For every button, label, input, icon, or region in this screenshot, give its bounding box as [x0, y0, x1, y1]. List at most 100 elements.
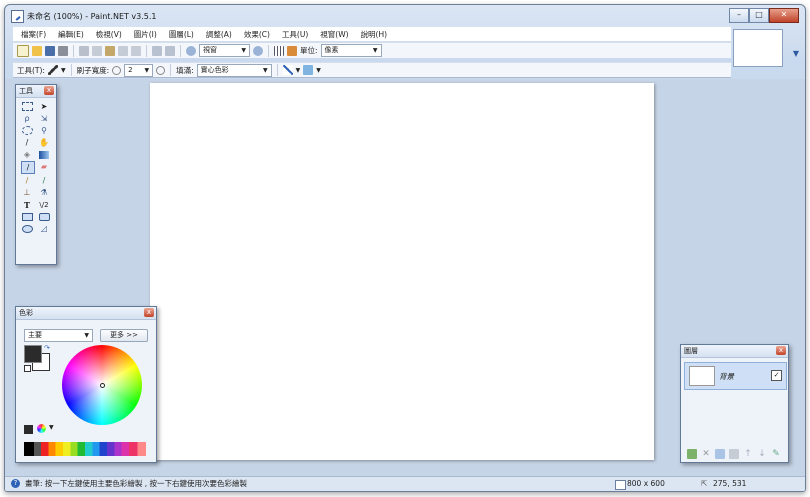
- chevron-down-icon: ▼: [144, 66, 150, 74]
- paintbrush-icon[interactable]: [47, 65, 58, 75]
- maximize-button[interactable]: □: [749, 8, 769, 23]
- layers-panel-close-icon[interactable]: x: [776, 346, 786, 355]
- redo-icon[interactable]: [165, 45, 175, 56]
- blend-mode-icon[interactable]: [303, 65, 314, 75]
- deselect-icon[interactable]: [131, 45, 141, 56]
- color-wheel-cursor: [100, 383, 105, 388]
- colors-panel-close-icon[interactable]: x: [144, 308, 154, 317]
- brush-width-dropdown[interactable]: 2 ▼: [124, 63, 154, 77]
- paste-icon[interactable]: [105, 45, 115, 56]
- close-button[interactable]: ✕: [769, 8, 799, 23]
- pencil-icon[interactable]: /: [21, 175, 33, 186]
- menu-layers[interactable]: 圖層(L): [169, 29, 194, 40]
- color-mode-dropdown[interactable]: 主要 ▼: [24, 329, 93, 342]
- color-wheel[interactable]: [62, 345, 142, 425]
- chevron-down-icon[interactable]: ▼: [316, 67, 321, 74]
- magic-wand-icon[interactable]: /: [21, 137, 33, 148]
- toolbar-separator: [170, 64, 172, 76]
- text-icon[interactable]: T: [21, 199, 33, 210]
- layer-buttons: ✕ ↑ ↓ ✎: [687, 449, 781, 459]
- help-icon: ?: [11, 479, 20, 488]
- menu-image[interactable]: 圖片(I): [134, 29, 157, 40]
- title-bar: 未命名 (100%) - Paint.NET v3.5.1 – □ ✕: [5, 5, 805, 27]
- ellipse-select-icon[interactable]: [21, 125, 33, 136]
- freeform-shape-icon[interactable]: ◿: [38, 223, 50, 234]
- menu-help[interactable]: 說明(H): [361, 29, 388, 40]
- menu-tools[interactable]: 工具(U): [282, 29, 308, 40]
- save-icon[interactable]: [45, 45, 55, 56]
- rectangle-icon[interactable]: [21, 211, 33, 222]
- chevron-down-icon[interactable]: ▼: [49, 424, 54, 431]
- increase-width-icon[interactable]: [156, 65, 166, 75]
- menu-effects[interactable]: 效果(C): [244, 29, 270, 40]
- chevron-down-icon[interactable]: ▼: [296, 67, 301, 74]
- add-to-palette-icon[interactable]: [24, 425, 33, 434]
- grid-icon[interactable]: [274, 45, 284, 56]
- zoom-dropdown[interactable]: 視窗 ▼: [199, 44, 250, 57]
- units-dropdown[interactable]: 像素 ▼: [320, 44, 382, 57]
- new-icon[interactable]: [17, 44, 29, 57]
- menu-edit[interactable]: 編輯(E): [58, 29, 84, 40]
- line-curve-icon[interactable]: \/2: [38, 199, 50, 210]
- clone-stamp-icon[interactable]: ⊥: [21, 187, 33, 198]
- menu-view[interactable]: 檢視(V): [96, 29, 122, 40]
- tools-panel-close-icon[interactable]: x: [44, 86, 54, 95]
- palette-menu-icon[interactable]: [37, 424, 46, 433]
- chevron-down-icon[interactable]: ▼: [61, 67, 66, 74]
- swap-colors-icon[interactable]: ↷: [44, 344, 50, 352]
- color-picker-icon[interactable]: /: [38, 175, 50, 186]
- more-colors-button[interactable]: 更多 >>: [100, 329, 148, 342]
- delete-layer-icon[interactable]: ✕: [701, 449, 711, 459]
- menu-adjustments[interactable]: 調整(A): [206, 29, 232, 40]
- decrease-width-icon[interactable]: [112, 65, 122, 75]
- antialiasing-icon[interactable]: [282, 65, 293, 75]
- move-layer-up-icon[interactable]: ↑: [743, 449, 753, 459]
- duplicate-layer-icon[interactable]: [715, 449, 725, 459]
- cursor-position-icon: ⇱: [701, 479, 708, 488]
- tools-panel-title: 工具: [19, 87, 33, 95]
- zoom-out-icon[interactable]: [186, 45, 196, 56]
- tools-grid: ➤ ρ ⇲ ⚲ / ✋ ◈ / ▰ / / ⊥ ⚗ T \/2 ◿: [16, 98, 56, 237]
- image-thumbnail[interactable]: [733, 29, 783, 67]
- rectangle-select-icon[interactable]: [21, 101, 33, 112]
- recolor-icon[interactable]: ⚗: [38, 187, 50, 198]
- menu-file[interactable]: 檔案(F): [21, 29, 46, 40]
- layer-row[interactable]: 背景 ✓: [684, 362, 787, 390]
- ellipse-icon[interactable]: [21, 223, 33, 234]
- gradient-icon[interactable]: [38, 149, 50, 160]
- move-layer-down-icon[interactable]: ↓: [757, 449, 767, 459]
- rounded-rectangle-icon[interactable]: [38, 211, 50, 222]
- eraser-icon[interactable]: ▰: [38, 161, 50, 172]
- status-hint: 畫筆: 按一下左鍵使用主要色彩繪製 , 按一下右鍵使用次要色彩繪製: [25, 479, 248, 488]
- add-layer-icon[interactable]: [687, 449, 697, 459]
- print-icon[interactable]: [58, 45, 68, 56]
- open-icon[interactable]: [32, 45, 42, 56]
- reset-colors-icon[interactable]: [24, 365, 31, 372]
- move-selection-outline-icon[interactable]: ⇲: [38, 113, 50, 124]
- zoom-icon[interactable]: ⚲: [38, 125, 50, 136]
- primary-color-swatch[interactable]: [24, 345, 42, 363]
- pan-icon[interactable]: ✋: [38, 137, 50, 148]
- paint-bucket-icon[interactable]: ◈: [21, 149, 33, 160]
- image-canvas[interactable]: [150, 83, 654, 460]
- undo-icon[interactable]: [152, 45, 162, 56]
- crop-icon[interactable]: [118, 45, 128, 56]
- tool-label: 工具(T):: [17, 65, 45, 75]
- minimize-button[interactable]: –: [729, 8, 749, 23]
- merge-layer-icon[interactable]: [729, 449, 739, 459]
- brush-width-value: 2: [128, 65, 133, 74]
- cut-icon[interactable]: [79, 45, 89, 56]
- layer-visibility-checkbox[interactable]: ✓: [771, 370, 782, 381]
- copy-icon[interactable]: [92, 45, 102, 56]
- paintbrush-icon[interactable]: /: [21, 161, 35, 174]
- layer-properties-icon[interactable]: ✎: [771, 449, 781, 459]
- thumbnail-scroll-icon[interactable]: ▼: [793, 49, 799, 58]
- fill-label: 填滿:: [176, 65, 194, 75]
- menu-window[interactable]: 視窗(W): [320, 29, 348, 40]
- zoom-in-icon[interactable]: [253, 45, 263, 56]
- color-palette[interactable]: [24, 442, 146, 456]
- fill-dropdown[interactable]: 實心色彩 ▼: [196, 63, 272, 77]
- move-selection-icon[interactable]: ➤: [38, 101, 50, 112]
- lasso-select-icon[interactable]: ρ: [21, 113, 33, 124]
- rulers-icon[interactable]: [287, 45, 297, 56]
